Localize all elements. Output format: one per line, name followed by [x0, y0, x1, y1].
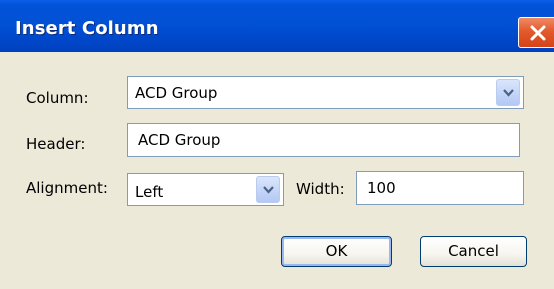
ok-button[interactable]: OK: [281, 236, 392, 267]
width-value: 100: [367, 179, 396, 197]
dialog-body: Column: ACD Group Header: ACD Group Alig…: [0, 52, 554, 289]
close-icon: [530, 25, 546, 41]
alignment-dropdown-button[interactable]: [256, 176, 280, 203]
header-input[interactable]: ACD Group: [127, 123, 520, 157]
alignment-dropdown[interactable]: Left: [127, 173, 284, 206]
chevron-down-icon: [503, 89, 514, 97]
insert-column-dialog: Insert Column Column: ACD Group Header: …: [0, 0, 554, 289]
width-label: Width:: [296, 180, 345, 198]
window-title: Insert Column: [15, 18, 159, 39]
ok-button-label: OK: [325, 242, 348, 260]
column-value: ACD Group: [135, 84, 218, 102]
title-bar[interactable]: Insert Column: [0, 0, 554, 52]
column-dropdown[interactable]: ACD Group: [127, 76, 524, 109]
cancel-button-label: Cancel: [448, 242, 499, 260]
column-label: Column:: [26, 89, 89, 107]
alignment-value: Left: [135, 183, 164, 201]
column-dropdown-button[interactable]: [496, 79, 520, 106]
chevron-down-icon: [263, 186, 274, 194]
cancel-button[interactable]: Cancel: [420, 236, 527, 267]
alignment-label: Alignment:: [26, 179, 108, 197]
close-button[interactable]: [518, 17, 554, 48]
width-input[interactable]: 100: [356, 171, 524, 205]
header-label: Header:: [26, 135, 86, 153]
header-value: ACD Group: [138, 131, 221, 149]
